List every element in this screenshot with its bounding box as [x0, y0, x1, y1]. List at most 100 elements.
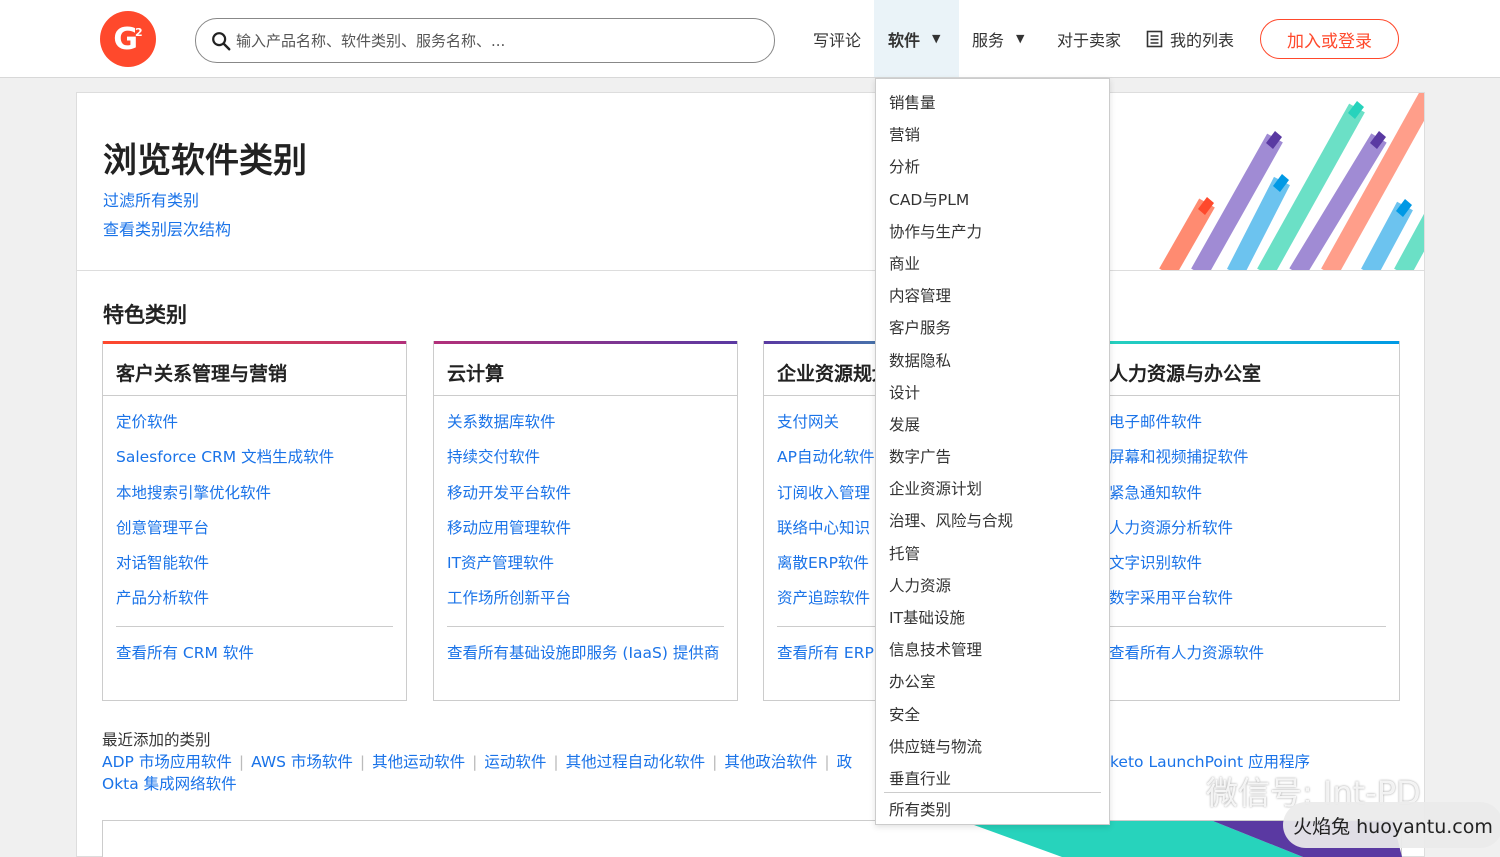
- view-all-link[interactable]: 查看所有 CRM 软件: [116, 641, 254, 663]
- join-or-login-button[interactable]: 加入或登录: [1260, 19, 1399, 59]
- recent-category-link[interactable]: 其他过程自动化软件: [566, 753, 706, 771]
- card-accent-bar: [1096, 341, 1399, 344]
- menu-item[interactable]: 设计: [876, 377, 1109, 409]
- filter-all-categories-link[interactable]: 过滤所有类别: [103, 187, 199, 211]
- category-link[interactable]: 持续交付软件: [447, 445, 571, 480]
- category-link[interactable]: 订阅收入管理: [777, 481, 874, 516]
- category-link[interactable]: 离散ERP软件: [777, 551, 874, 586]
- nav-software[interactable]: 软件 ▼: [874, 0, 959, 77]
- category-link[interactable]: 电子邮件软件: [1109, 410, 1249, 445]
- category-link[interactable]: 移动应用管理软件: [447, 516, 571, 551]
- view-all-link[interactable]: 查看所有基础设施即服务 (IaaS) 提供商: [447, 641, 719, 663]
- recent-category-link[interactable]: 运动软件: [484, 753, 546, 771]
- separator: |: [712, 753, 718, 771]
- recent-category-link[interactable]: 其他政治软件: [724, 753, 817, 771]
- divider: [447, 626, 724, 627]
- divider: [1096, 395, 1399, 396]
- wechat-icon: [1150, 773, 1199, 807]
- nav-my-list[interactable]: 我的列表: [1146, 0, 1241, 77]
- category-link[interactable]: 文字识别软件: [1109, 551, 1249, 586]
- menu-item[interactable]: 销售量: [876, 87, 1109, 119]
- category-link[interactable]: 工作场所创新平台: [447, 586, 571, 621]
- view-all-link[interactable]: 查看所有人力资源软件: [1109, 641, 1264, 663]
- category-link[interactable]: 关系数据库软件: [447, 410, 571, 445]
- menu-item[interactable]: 人力资源: [876, 570, 1109, 602]
- nav-for-sellers[interactable]: 对于卖家: [1057, 0, 1127, 77]
- menu-item[interactable]: 治理、风险与合规: [876, 505, 1109, 537]
- bottom-panel: [102, 820, 1402, 857]
- menu-item-all-categories[interactable]: 所有类别: [889, 798, 951, 820]
- nav-write-review[interactable]: 写评论: [813, 0, 863, 77]
- menu-item[interactable]: 内容管理: [876, 280, 1109, 312]
- menu-item[interactable]: 办公室: [876, 666, 1109, 698]
- watermark-site: 火焰兔 huoyantu.com: [1293, 815, 1493, 838]
- recent-category-link[interactable]: 政: [837, 753, 853, 771]
- divider: [116, 626, 393, 627]
- category-link[interactable]: IT资产管理软件: [447, 551, 571, 586]
- menu-item[interactable]: IT基础设施: [876, 602, 1109, 634]
- menu-item[interactable]: 供应链与物流: [876, 731, 1109, 763]
- category-link[interactable]: 屏幕和视频捕捉软件: [1109, 445, 1249, 480]
- recent-category-link[interactable]: AWS 市场软件: [251, 753, 353, 771]
- menu-item[interactable]: 企业资源计划: [876, 473, 1109, 505]
- menu-item[interactable]: CAD与PLM: [876, 184, 1109, 216]
- top-navigation-bar: G2 写评论 软件 ▼ 服务 ▼ 对于卖家 我的列表 加入或登录: [0, 0, 1500, 78]
- join-or-login-label: 加入或登录: [1287, 31, 1372, 52]
- menu-item[interactable]: 客户服务: [876, 312, 1109, 344]
- category-link[interactable]: 定价软件: [116, 410, 334, 445]
- category-link[interactable]: 产品分析软件: [116, 586, 334, 621]
- chevron-down-icon: ▼: [932, 32, 941, 45]
- menu-item[interactable]: 数字广告: [876, 441, 1109, 473]
- featured-title: 特色类别: [103, 303, 187, 327]
- category-link[interactable]: 人力资源分析软件: [1109, 516, 1249, 551]
- menu-item[interactable]: 商业: [876, 248, 1109, 280]
- search-bar[interactable]: [195, 18, 775, 63]
- search-input[interactable]: [236, 27, 756, 55]
- view-all-link[interactable]: 查看所有 ERP: [777, 641, 874, 663]
- category-hierarchy-link[interactable]: 查看类别层次结构: [103, 216, 231, 240]
- card-title: 客户关系管理与营销: [116, 363, 288, 385]
- category-link[interactable]: 移动开发平台软件: [447, 481, 571, 516]
- card-title: 人力资源与办公室: [1109, 363, 1262, 385]
- category-link[interactable]: AP自动化软件: [777, 445, 874, 480]
- menu-item[interactable]: 数据隐私: [876, 345, 1109, 377]
- recent-category-link[interactable]: Okta 集成网络软件: [102, 775, 237, 793]
- category-link[interactable]: 联络中心知识: [777, 516, 874, 551]
- category-link[interactable]: 支付网关: [777, 410, 874, 445]
- menu-item[interactable]: 垂直行业: [876, 763, 1109, 795]
- category-link[interactable]: 本地搜索引擎优化软件: [116, 481, 334, 516]
- menu-item[interactable]: 发展: [876, 409, 1109, 441]
- menu-item[interactable]: 托管: [876, 538, 1109, 570]
- category-link[interactable]: 紧急通知软件: [1109, 481, 1249, 516]
- category-link[interactable]: 资产追踪软件: [777, 586, 874, 621]
- menu-item[interactable]: 协作与生产力: [876, 216, 1109, 248]
- card-accent-bar: [103, 341, 406, 344]
- separator: |: [472, 753, 478, 771]
- separator: |: [238, 753, 245, 771]
- menu-item[interactable]: 分析: [876, 151, 1109, 183]
- category-link[interactable]: 创意管理平台: [116, 516, 334, 551]
- category-card: 云计算 关系数据库软件 持续交付软件 移动开发平台软件 移动应用管理软件 IT资…: [433, 341, 738, 701]
- nav-services[interactable]: 服务 ▼: [972, 0, 1032, 77]
- category-card: 客户关系管理与营销 定价软件 Salesforce CRM 文档生成软件 本地搜…: [102, 341, 407, 701]
- nav-my-list-label: 我的列表: [1170, 30, 1235, 50]
- divider: [434, 395, 737, 396]
- g2-logo[interactable]: G2: [100, 11, 156, 67]
- category-link[interactable]: 数字采用平台软件: [1109, 586, 1249, 621]
- menu-item[interactable]: 信息技术管理: [876, 634, 1109, 666]
- recent-category-link[interactable]: 其他运动软件: [372, 753, 465, 771]
- logo-superscript: 2: [134, 25, 143, 39]
- menu-item[interactable]: 安全: [876, 699, 1109, 731]
- category-link[interactable]: Salesforce CRM 文档生成软件: [116, 445, 334, 480]
- menu-item[interactable]: 营销: [876, 119, 1109, 151]
- list-icon: [1146, 30, 1163, 47]
- recently-added-list: ADP 市场应用软件 | AWS 市场软件 | 其他运动软件 | 运动软件 | 其他过程自动化软…: [102, 751, 1322, 795]
- recent-category-link[interactable]: ADP 市场应用软件: [102, 753, 232, 771]
- card-accent-bar: [434, 341, 737, 344]
- nav-services-label: 服务: [972, 30, 1005, 50]
- recently-added-label: 最近添加的类别: [102, 731, 211, 749]
- category-card: 人力资源与办公室 电子邮件软件 屏幕和视频捕捉软件 紧急通知软件 人力资源分析软…: [1095, 341, 1400, 701]
- category-link[interactable]: 对话智能软件: [116, 551, 334, 586]
- divider: [884, 792, 1101, 793]
- page-title: 浏览软件类别: [103, 141, 307, 181]
